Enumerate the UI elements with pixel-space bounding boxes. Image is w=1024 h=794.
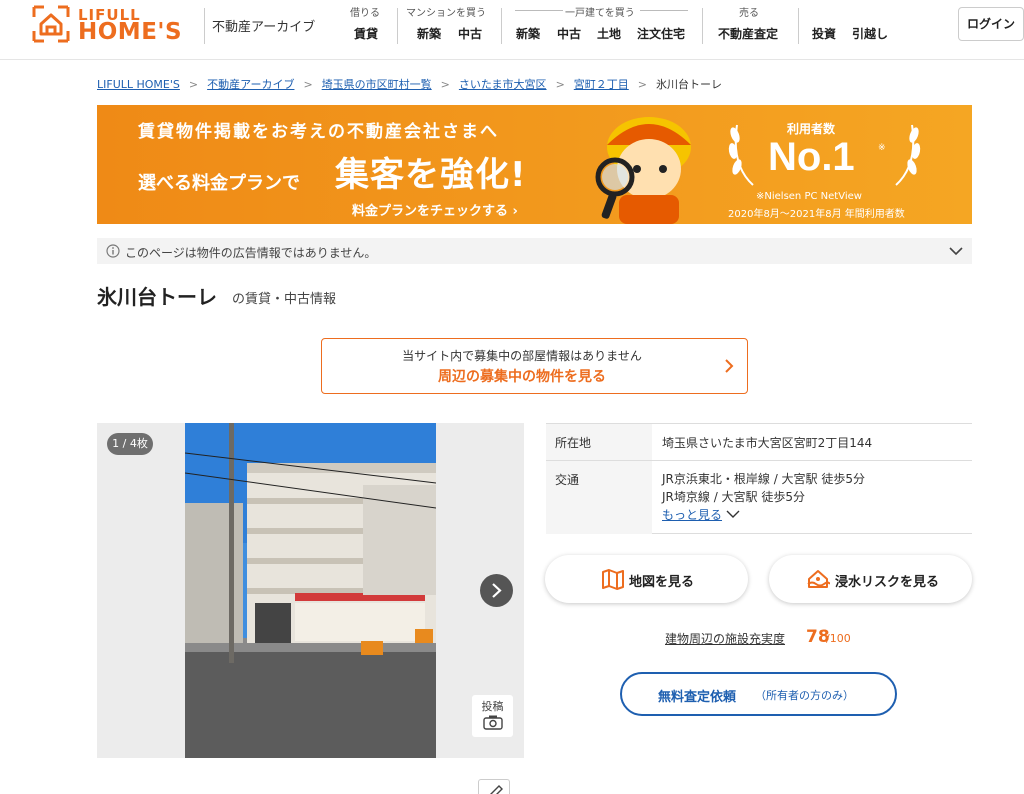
edit-button[interactable] xyxy=(478,779,510,794)
transit-line: JR埼京線 / 大宮駅 徒歩5分 xyxy=(662,490,805,504)
building-photo-illustration xyxy=(185,423,436,758)
ad-banner[interactable]: 賃貸物件掲載をお考えの不動産会社さまへ 選べる料金プランで 集客を強化! 料金プ… xyxy=(97,105,972,224)
nearby-listings-link[interactable]: 当サイト内で募集中の部屋情報はありません 周辺の募集中の物件を見る xyxy=(321,338,748,394)
facility-score-link[interactable]: 建物周辺の施設充実度 xyxy=(665,630,785,647)
nav-item-mansion-new[interactable]: 新築 xyxy=(417,25,441,42)
page-title: 氷川台トーレ xyxy=(97,285,217,309)
breadcrumb: LIFULL HOME'S > 不動産アーカイブ > 埼玉県の市区町村一覧 > さいたま市大… xyxy=(97,76,722,92)
banner-main-copy: 集客を強化! xyxy=(335,155,527,195)
breadcrumb-separator: > xyxy=(440,78,450,91)
flood-risk-button[interactable]: 浸水リスクを見る xyxy=(769,555,972,603)
pencil-icon xyxy=(490,785,503,794)
laurel-left-icon xyxy=(728,124,754,186)
breadcrumb-separator: > xyxy=(637,78,647,91)
camera-icon xyxy=(482,715,503,730)
flood-button-label: 浸水リスクを見る xyxy=(835,575,940,590)
chevron-down-icon xyxy=(726,510,740,518)
ad-notice-bar[interactable]: このページは物件の広告情報ではありません。 xyxy=(97,238,972,264)
assessment-sublabel: （所有者の方のみ） xyxy=(755,689,854,702)
breadcrumb-link-prefecture[interactable]: 埼玉県の市区町村一覧 xyxy=(322,78,432,91)
info-value-transit: JR京浜東北・根岸線 / 大宮駅 徒歩5分 JR埼京線 / 大宮駅 徒歩5分 も… xyxy=(652,461,875,534)
nav-group-rent: 借りる 賃貸 xyxy=(337,0,397,60)
breadcrumb-link-home[interactable]: LIFULL HOME'S xyxy=(97,78,180,91)
nav-item-house-used[interactable]: 中古 xyxy=(557,25,581,42)
free-assessment-button[interactable]: 無料査定依頼 （所有者の方のみ） xyxy=(620,672,897,716)
callout-link-text: 周辺の募集中の物件を見る xyxy=(438,369,606,385)
house-logo-icon xyxy=(32,5,70,43)
group-bracket xyxy=(515,10,563,11)
nav-item-house-new[interactable]: 新築 xyxy=(516,25,540,42)
nav-group-other: 投資 引越し xyxy=(798,0,908,60)
group-bracket xyxy=(640,10,688,11)
nav-item-moving[interactable]: 引越し xyxy=(852,25,888,42)
breadcrumb-separator: > xyxy=(303,78,313,91)
callout-message: 当サイト内で募集中の部屋情報はありません xyxy=(402,349,642,363)
chevron-down-icon xyxy=(949,247,963,256)
page-subtitle: の賃貸・中古情報 xyxy=(232,292,337,307)
nav-group-label: 借りる xyxy=(350,8,380,19)
info-row-address: 所在地 埼玉県さいたま市大宮区宮町2丁目144 xyxy=(546,424,972,461)
info-icon xyxy=(106,244,120,258)
banner-rank-value: No.1 xyxy=(768,135,855,179)
building-photo[interactable] xyxy=(185,423,436,758)
mascot-detective-icon xyxy=(595,117,691,224)
banner-source: ※Nielsen PC NetView xyxy=(756,191,862,202)
map-icon xyxy=(602,569,624,590)
chevron-right-icon xyxy=(725,359,734,373)
breadcrumb-current: 氷川台トーレ xyxy=(656,78,722,91)
nav-group-sell: 売る 不動産査定 xyxy=(702,0,798,60)
assessment-label: 無料査定依頼 xyxy=(658,690,737,705)
banner-rank-mark: ※ xyxy=(878,143,886,153)
chevron-right-icon xyxy=(492,583,502,598)
nav-item-land[interactable]: 土地 xyxy=(597,25,621,42)
archive-label[interactable]: 不動産アーカイブ xyxy=(212,16,315,35)
transit-line: JR京浜東北・根岸線 / 大宮駅 徒歩5分 xyxy=(662,472,865,486)
nav-group-mansion: マンションを買う 新築 中古 xyxy=(397,0,501,60)
login-button[interactable]: ログイン xyxy=(958,7,1024,41)
banner-headline: 賃貸物件掲載をお考えの不動産会社さまへ xyxy=(138,122,499,142)
info-row-transit: 交通 JR京浜東北・根岸線 / 大宮駅 徒歩5分 JR埼京線 / 大宮駅 徒歩5… xyxy=(546,461,972,534)
post-photo-button[interactable]: 投稿 xyxy=(472,695,513,737)
banner-period: 2020年8月～2021年8月 年間利用者数 xyxy=(728,209,905,220)
more-link-text: もっと見る xyxy=(662,508,723,522)
post-label: 投稿 xyxy=(481,700,504,713)
photo-gallery: 1 / 4枚 投稿 xyxy=(97,423,524,758)
nav-item-mansion-used[interactable]: 中古 xyxy=(458,25,482,42)
breadcrumb-link-archive[interactable]: 不動産アーカイブ xyxy=(207,78,294,91)
breadcrumb-link-ward[interactable]: さいたま市大宮区 xyxy=(459,78,547,91)
laurel-right-icon xyxy=(895,124,921,186)
breadcrumb-separator: > xyxy=(555,78,565,91)
breadcrumb-link-town[interactable]: 宮町２丁目 xyxy=(574,78,629,91)
info-key: 所在地 xyxy=(546,424,652,460)
nav-item-invest[interactable]: 投資 xyxy=(812,25,836,42)
info-value-address: 埼玉県さいたま市大宮区宮町2丁目144 xyxy=(662,436,873,450)
nav-group-label: 売る xyxy=(739,8,759,19)
facility-score-max: /100 xyxy=(826,632,851,645)
next-photo-button[interactable] xyxy=(480,574,513,607)
map-button-label: 地図を見る xyxy=(629,575,695,590)
nav-item-appraisal[interactable]: 不動産査定 xyxy=(718,25,778,42)
property-info-table: 所在地 埼玉県さいたま市大宮区宮町2丁目144 交通 JR京浜東北・根岸線 / … xyxy=(546,423,972,534)
flood-house-icon xyxy=(807,570,830,588)
nav-item-custom-home[interactable]: 注文住宅 xyxy=(637,25,685,42)
banner-subheadline: 選べる料金プランで xyxy=(138,173,300,194)
banner-cta: 料金プランをチェックする › xyxy=(352,204,518,219)
nav-group-label: 一戸建てを買う xyxy=(565,8,635,19)
header-divider xyxy=(204,8,205,44)
site-header: LIFULL HOME'S 不動産アーカイブ 借りる 賃貸 マンションを買う 新… xyxy=(0,0,1024,60)
more-transit-link[interactable]: もっと見る xyxy=(662,506,865,524)
nav-group-label: マンションを買う xyxy=(406,8,486,19)
nav-group-house: 一戸建てを買う 新築 中古 土地 注文住宅 xyxy=(501,0,702,60)
notice-text: このページは物件の広告情報ではありません。 xyxy=(125,246,377,260)
info-key: 交通 xyxy=(546,461,652,534)
logo-text-bottom: HOME'S xyxy=(78,19,183,45)
breadcrumb-separator: > xyxy=(188,78,199,91)
photo-counter: 1 / 4枚 xyxy=(107,433,153,455)
site-logo[interactable]: LIFULL HOME'S xyxy=(32,5,197,45)
nav-item-rent[interactable]: 賃貸 xyxy=(354,25,378,42)
view-map-button[interactable]: 地図を見る xyxy=(545,555,748,603)
